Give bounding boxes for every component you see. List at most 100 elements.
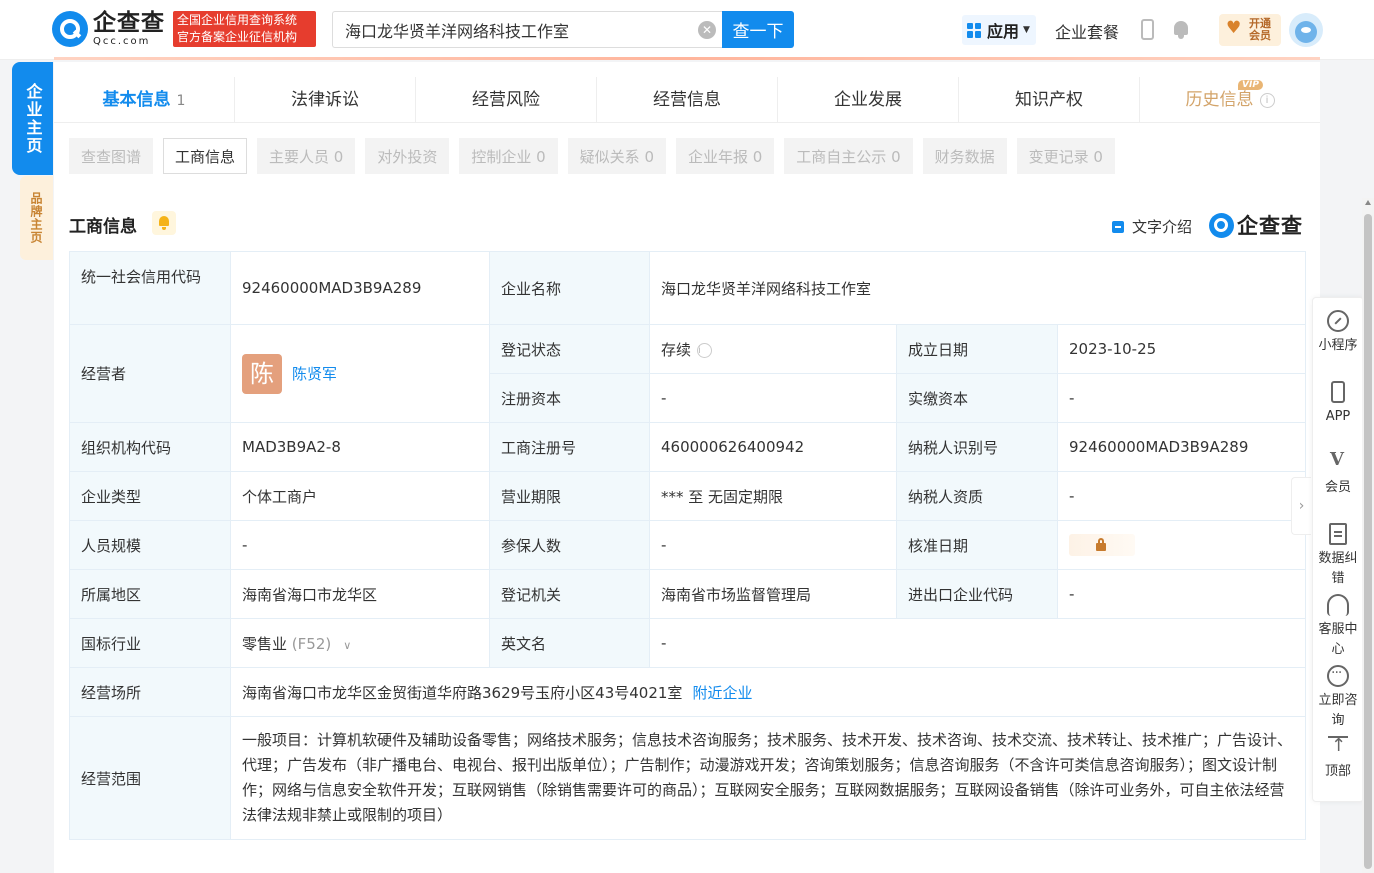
search-button[interactable]: 查一下 bbox=[722, 11, 794, 48]
vip-icon bbox=[1327, 450, 1349, 474]
back-to-top-button[interactable]: 顶部 bbox=[1313, 724, 1363, 795]
tab-legal[interactable]: 法律诉讼 bbox=[235, 77, 416, 122]
subscribe-bell-icon[interactable] bbox=[152, 211, 176, 235]
top-bar: 企查查 Qcc.com 全国企业信用查询系统 官方备案企业征信机构 ✕ 查一下 … bbox=[0, 0, 1374, 60]
grid-icon bbox=[967, 22, 982, 38]
value-taxpayer-qual: - bbox=[1057, 471, 1306, 521]
label-operator: 经营者 bbox=[69, 324, 231, 423]
chip-change-records[interactable]: 变更记录 0 bbox=[1016, 138, 1115, 174]
info-icon[interactable]: i bbox=[1259, 92, 1275, 108]
chip-controlled-companies[interactable]: 控制企业 0 bbox=[459, 138, 558, 174]
value-import-export: - bbox=[1057, 569, 1306, 619]
label-taxpayer-qual: 纳税人资质 bbox=[896, 471, 1058, 521]
business-info-table: 统一社会信用代码 92460000MAD3B9A289 企业名称 海口龙华贤羊洋… bbox=[69, 251, 1306, 840]
enterprise-package-link[interactable]: 企业套餐 bbox=[1055, 19, 1119, 43]
label-english-name: 英文名 bbox=[489, 618, 650, 668]
data-correction-button[interactable]: 数据纠错 bbox=[1313, 511, 1363, 586]
value-industry[interactable]: 零售业 (F52) ∨ bbox=[230, 618, 490, 668]
tab-development[interactable]: 企业发展 bbox=[778, 77, 959, 122]
label-status: 登记状态 bbox=[489, 324, 650, 374]
brand-home-tab[interactable]: 品牌主页 bbox=[20, 176, 53, 260]
user-avatar[interactable] bbox=[1289, 13, 1323, 47]
primary-tabs: 基本信息 1 法律诉讼 经营风险 经营信息 企业发展 知识产权 历史信息 i VIP bbox=[54, 77, 1320, 123]
scrollbar-thumb[interactable] bbox=[1364, 214, 1372, 869]
table-row: 国标行业 零售业 (F52) ∨ 英文名 - bbox=[69, 618, 1306, 668]
vip-lock-icon[interactable] bbox=[1069, 534, 1135, 556]
service-center-button[interactable]: 客服中心 bbox=[1313, 582, 1363, 657]
tab-label: 基本信息 bbox=[102, 90, 171, 110]
tab-operation-risk[interactable]: 经营风险 bbox=[416, 77, 597, 122]
chip-financial-data[interactable]: 财务数据 bbox=[922, 138, 1007, 174]
text-intro-icon bbox=[1112, 220, 1124, 233]
operator-link[interactable]: 陈贤军 bbox=[292, 365, 337, 383]
operator-avatar[interactable]: 陈 bbox=[242, 353, 282, 394]
rbar-label: APP bbox=[1325, 409, 1351, 424]
app-menu[interactable]: 应用 ▼ bbox=[962, 15, 1036, 45]
mobile-phone-icon[interactable] bbox=[1141, 19, 1154, 40]
right-float-bar: 小程序 APP 会员 数据纠错 客服中心 立即咨询 顶部 bbox=[1312, 297, 1364, 802]
rbar-label: 立即咨询 bbox=[1318, 693, 1358, 728]
qcc-watermark-text: 企查查 bbox=[1237, 214, 1303, 238]
qcc-watermark-logo: 企查查 bbox=[1209, 210, 1303, 240]
tab-count: 1 bbox=[176, 93, 186, 109]
chip-self-disclosure[interactable]: 工商自主公示 0 bbox=[784, 138, 913, 174]
consult-now-button[interactable]: 立即咨询 bbox=[1313, 653, 1363, 728]
value-taxpayer-id: 92460000MAD3B9A289 bbox=[1057, 422, 1306, 472]
label-taxpayer-id: 纳税人识别号 bbox=[896, 422, 1058, 472]
qcc-logo[interactable]: 企查查 Qcc.com bbox=[52, 10, 165, 48]
caret-down-icon: ▼ bbox=[1023, 25, 1030, 35]
back-to-top-icon bbox=[1327, 736, 1349, 758]
rbar-label: 小程序 bbox=[1318, 338, 1358, 353]
header-divider bbox=[54, 57, 1320, 60]
search-box: ✕ bbox=[332, 11, 722, 48]
nearby-companies-link[interactable]: 附近企业 bbox=[692, 684, 752, 702]
value-address: 海南省海口市龙华区金贸街道华府路3629号玉府小区43号4021室 附近企业 bbox=[230, 667, 1306, 717]
chevron-down-icon[interactable]: ∨ bbox=[343, 639, 351, 652]
chip-business-info[interactable]: 工商信息 bbox=[163, 138, 248, 174]
main-card: 基本信息 1 法律诉讼 经营风险 经营信息 企业发展 知识产权 历史信息 i VIP… bbox=[54, 62, 1320, 873]
tab-operation-info[interactable]: 经营信息 bbox=[597, 77, 778, 122]
vip-text-line2: 会员 bbox=[1249, 29, 1271, 42]
label-approval-date: 核准日期 bbox=[896, 520, 1058, 570]
chip-annual-reports[interactable]: 企业年报 0 bbox=[675, 138, 775, 174]
collapse-sidebar-button[interactable]: › bbox=[1291, 477, 1311, 535]
value-reg-capital: - bbox=[649, 373, 897, 423]
tab-basic-info[interactable]: 基本信息 1 bbox=[54, 77, 235, 122]
table-row: 组织机构代码 MAD3B9A2-8 工商注册号 460000626400942 … bbox=[69, 422, 1306, 472]
vip-heart-icon bbox=[1225, 18, 1243, 39]
label-import-export: 进出口企业代码 bbox=[896, 569, 1058, 619]
chip-suspected-relations[interactable]: 疑似关系 0 bbox=[567, 138, 666, 174]
vip-member-button[interactable]: 会员 bbox=[1313, 440, 1363, 511]
label-insured: 参保人数 bbox=[489, 520, 650, 570]
tab-history[interactable]: 历史信息 i VIP bbox=[1140, 77, 1320, 122]
scroll-up-arrow-icon[interactable] bbox=[1365, 200, 1371, 205]
company-home-tab[interactable]: 企业主页 bbox=[12, 62, 53, 175]
chat-icon bbox=[1327, 663, 1349, 687]
edit-doc-icon bbox=[1329, 523, 1347, 545]
clear-icon[interactable]: ✕ bbox=[698, 21, 716, 39]
chip-key-personnel[interactable]: 主要人员 0 bbox=[257, 138, 356, 174]
value-english-name: - bbox=[649, 618, 1306, 668]
table-row: 经营场所 海南省海口市龙华区金贸街道华府路3629号玉府小区43号4021室 附近… bbox=[69, 667, 1306, 717]
official-badge: 全国企业信用查询系统 官方备案企业征信机构 bbox=[173, 11, 316, 47]
chip-investments[interactable]: 对外投资 bbox=[365, 138, 450, 174]
mini-program-button[interactable]: 小程序 bbox=[1313, 298, 1363, 369]
label-company-type: 企业类型 bbox=[69, 471, 231, 521]
label-paid-capital: 实缴资本 bbox=[896, 373, 1058, 423]
badge-line-2: 官方备案企业征信机构 bbox=[177, 30, 298, 44]
status-info-icon[interactable]: i bbox=[697, 342, 713, 358]
value-staff-size: - bbox=[230, 520, 490, 570]
chip-qcc-graph[interactable]: 查查图谱 bbox=[69, 138, 154, 174]
search-input[interactable] bbox=[333, 12, 673, 47]
label-region: 所属地区 bbox=[69, 569, 231, 619]
text-intro-toggle[interactable]: 文字介绍 bbox=[1112, 216, 1192, 237]
rbar-label: 会员 bbox=[1324, 480, 1351, 495]
label-reg-capital: 注册资本 bbox=[489, 373, 650, 423]
open-vip-button[interactable]: 开通 会员 bbox=[1219, 14, 1281, 46]
value-business-term: *** 至 无固定期限 bbox=[649, 471, 897, 521]
vip-tag: VIP bbox=[1238, 80, 1263, 90]
app-download-button[interactable]: APP bbox=[1313, 369, 1363, 440]
tab-ip[interactable]: 知识产权 bbox=[959, 77, 1140, 122]
label-scope: 经营范围 bbox=[69, 716, 231, 840]
notification-bell-icon[interactable] bbox=[1172, 19, 1190, 39]
